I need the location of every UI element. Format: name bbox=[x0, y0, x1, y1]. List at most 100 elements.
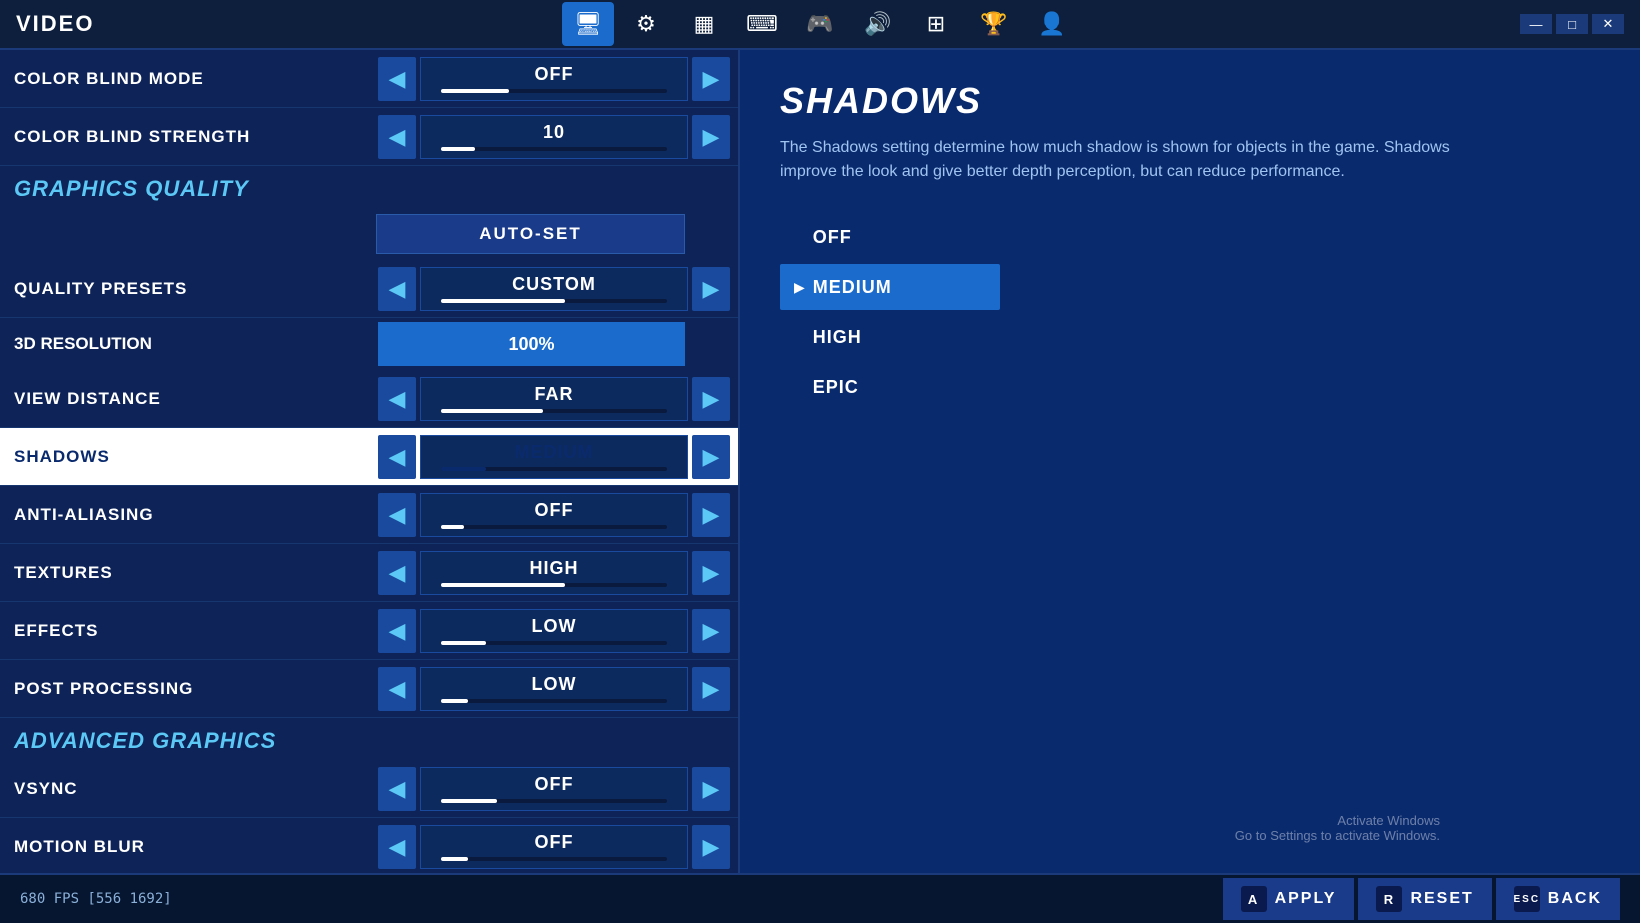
quality-presets-slider-fill bbox=[441, 299, 565, 303]
motion-blur-value: OFF bbox=[535, 832, 574, 853]
effects-next[interactable]: ▶ bbox=[692, 609, 730, 653]
view-distance-next[interactable]: ▶ bbox=[692, 377, 730, 421]
anti-aliasing-value-box: OFF bbox=[420, 493, 688, 537]
anti-aliasing-prev[interactable]: ◀ bbox=[378, 493, 416, 537]
post-processing-prev[interactable]: ◀ bbox=[378, 667, 416, 711]
color-blind-strength-next[interactable]: ▶ bbox=[692, 115, 730, 159]
textures-row[interactable]: TEXTURES ◀ HIGH ▶ bbox=[0, 544, 738, 602]
shadows-prev[interactable]: ◀ bbox=[378, 435, 416, 479]
post-processing-label: POST PROCESSING bbox=[8, 679, 378, 699]
effects-slider-fill bbox=[441, 641, 486, 645]
textures-slider-fill bbox=[441, 583, 565, 587]
anti-aliasing-slider bbox=[441, 525, 667, 529]
motion-blur-row[interactable]: MOTION BLUR ◀ OFF ▶ bbox=[0, 818, 738, 873]
nav-grid-btn[interactable]: ⊞ bbox=[910, 2, 962, 46]
color-blind-strength-prev[interactable]: ◀ bbox=[378, 115, 416, 159]
view-distance-control: ◀ FAR ▶ bbox=[378, 377, 730, 421]
shadows-slider bbox=[441, 467, 667, 471]
minimize-button[interactable]: — bbox=[1520, 14, 1552, 34]
nav-user-btn[interactable]: 👤 bbox=[1026, 2, 1078, 46]
option-high[interactable]: ▶ HIGH bbox=[780, 314, 1000, 360]
effects-control: ◀ LOW ▶ bbox=[378, 609, 730, 653]
detail-description: The Shadows setting determine how much s… bbox=[780, 136, 1480, 184]
back-button[interactable]: ESC BACK bbox=[1496, 878, 1620, 920]
vsync-next[interactable]: ▶ bbox=[692, 767, 730, 811]
textures-value-box: HIGH bbox=[420, 551, 688, 595]
resolution-3d-value-box: 100% bbox=[378, 322, 685, 366]
anti-aliasing-next[interactable]: ▶ bbox=[692, 493, 730, 537]
resolution-3d-label: 3D RESOLUTION bbox=[8, 334, 378, 354]
view-distance-value: FAR bbox=[535, 384, 574, 405]
nav-speaker-btn[interactable]: 🔊 bbox=[852, 2, 904, 46]
post-processing-row[interactable]: POST PROCESSING ◀ LOW ▶ bbox=[0, 660, 738, 718]
vsync-row[interactable]: VSYNC ◀ OFF ▶ bbox=[0, 760, 738, 818]
option-off-label: OFF bbox=[813, 227, 852, 248]
color-blind-strength-row[interactable]: COLOR BLIND STRENGTH ◀ 10 ▶ bbox=[0, 108, 738, 166]
anti-aliasing-label: ANTI-ALIASING bbox=[8, 505, 378, 525]
fps-display: 680 FPS [556 1692] bbox=[20, 891, 172, 907]
close-button[interactable]: ✕ bbox=[1592, 14, 1624, 34]
textures-prev[interactable]: ◀ bbox=[378, 551, 416, 595]
resolution-3d-value: 100% bbox=[508, 334, 554, 355]
view-distance-value-box: FAR bbox=[420, 377, 688, 421]
post-processing-control: ◀ LOW ▶ bbox=[378, 667, 730, 711]
nav-keyboard-btn[interactable]: ⌨ bbox=[736, 2, 788, 46]
effects-value: LOW bbox=[532, 616, 577, 637]
nav-trophy-btn[interactable]: 🏆 bbox=[968, 2, 1020, 46]
nav-monitor-btn[interactable]: 🖥 bbox=[562, 2, 614, 46]
vsync-value: OFF bbox=[535, 774, 574, 795]
shadows-value-box: MEDIUM bbox=[420, 435, 688, 479]
quality-presets-slider bbox=[441, 299, 667, 303]
reset-button[interactable]: R RESET bbox=[1358, 878, 1491, 920]
advanced-graphics-header: ADVANCED GRAPHICS bbox=[0, 718, 738, 760]
reset-label: RESET bbox=[1410, 890, 1473, 908]
shadows-row[interactable]: SHADOWS ◀ MEDIUM ▶ bbox=[0, 428, 738, 486]
color-blind-mode-next[interactable]: ▶ bbox=[692, 57, 730, 101]
textures-next[interactable]: ▶ bbox=[692, 551, 730, 595]
shadows-slider-fill bbox=[441, 467, 486, 471]
nav-gamepad-btn[interactable]: 🎮 bbox=[794, 2, 846, 46]
textures-slider bbox=[441, 583, 667, 587]
motion-blur-next[interactable]: ▶ bbox=[692, 825, 730, 869]
auto-set-quality-button[interactable]: AUTO-SET bbox=[376, 214, 685, 254]
reset-icon: R bbox=[1376, 886, 1402, 912]
option-medium[interactable]: ▶ MEDIUM bbox=[780, 264, 1000, 310]
effects-value-box: LOW bbox=[420, 609, 688, 653]
anti-aliasing-row[interactable]: ANTI-ALIASING ◀ OFF ▶ bbox=[0, 486, 738, 544]
resolution-3d-row[interactable]: 3D RESOLUTION 100% bbox=[0, 318, 738, 370]
color-blind-mode-prev[interactable]: ◀ bbox=[378, 57, 416, 101]
option-off[interactable]: ▶ OFF bbox=[780, 214, 1000, 260]
page-title: VIDEO bbox=[16, 11, 94, 37]
nav-gear-btn[interactable]: ⚙ bbox=[620, 2, 672, 46]
apply-button[interactable]: A APPLY bbox=[1223, 878, 1355, 920]
quality-presets-prev[interactable]: ◀ bbox=[378, 267, 416, 311]
shadows-next[interactable]: ▶ bbox=[692, 435, 730, 479]
effects-prev[interactable]: ◀ bbox=[378, 609, 416, 653]
vsync-prev[interactable]: ◀ bbox=[378, 767, 416, 811]
shadows-control: ◀ MEDIUM ▶ bbox=[378, 435, 730, 479]
quality-presets-next[interactable]: ▶ bbox=[692, 267, 730, 311]
view-distance-row[interactable]: VIEW DISTANCE ◀ FAR ▶ bbox=[0, 370, 738, 428]
color-blind-mode-row[interactable]: COLOR BLIND MODE ◀ OFF ▶ bbox=[0, 50, 738, 108]
motion-blur-control: ◀ OFF ▶ bbox=[378, 825, 730, 869]
effects-row[interactable]: EFFECTS ◀ LOW ▶ bbox=[0, 602, 738, 660]
option-epic[interactable]: ▶ EPIC bbox=[780, 364, 1000, 410]
nav-menu-btn[interactable]: ▦ bbox=[678, 2, 730, 46]
option-medium-label: MEDIUM bbox=[813, 277, 892, 298]
post-processing-next[interactable]: ▶ bbox=[692, 667, 730, 711]
motion-blur-prev[interactable]: ◀ bbox=[378, 825, 416, 869]
detail-option-list: ▶ OFF ▶ MEDIUM ▶ HIGH ▶ EPIC bbox=[780, 214, 1600, 410]
post-processing-value: LOW bbox=[532, 674, 577, 695]
vsync-label: VSYNC bbox=[8, 779, 378, 799]
main-layout: COLOR BLIND MODE ◀ OFF ▶ COLOR BLIND STR… bbox=[0, 50, 1640, 873]
quality-presets-row[interactable]: QUALITY PRESETS ◀ CUSTOM ▶ bbox=[0, 260, 738, 318]
option-high-label: HIGH bbox=[813, 327, 862, 348]
option-epic-label: EPIC bbox=[813, 377, 859, 398]
title-bar: VIDEO 🖥 ⚙ ▦ ⌨ 🎮 🔊 ⊞ 🏆 👤 — □ ✕ bbox=[0, 0, 1640, 50]
quality-presets-value: CUSTOM bbox=[512, 274, 596, 295]
bottom-actions: A APPLY R RESET ESC BACK bbox=[1223, 878, 1620, 920]
maximize-button[interactable]: □ bbox=[1556, 14, 1588, 34]
view-distance-prev[interactable]: ◀ bbox=[378, 377, 416, 421]
color-blind-mode-label: COLOR BLIND MODE bbox=[8, 69, 378, 89]
vsync-slider-fill bbox=[441, 799, 498, 803]
